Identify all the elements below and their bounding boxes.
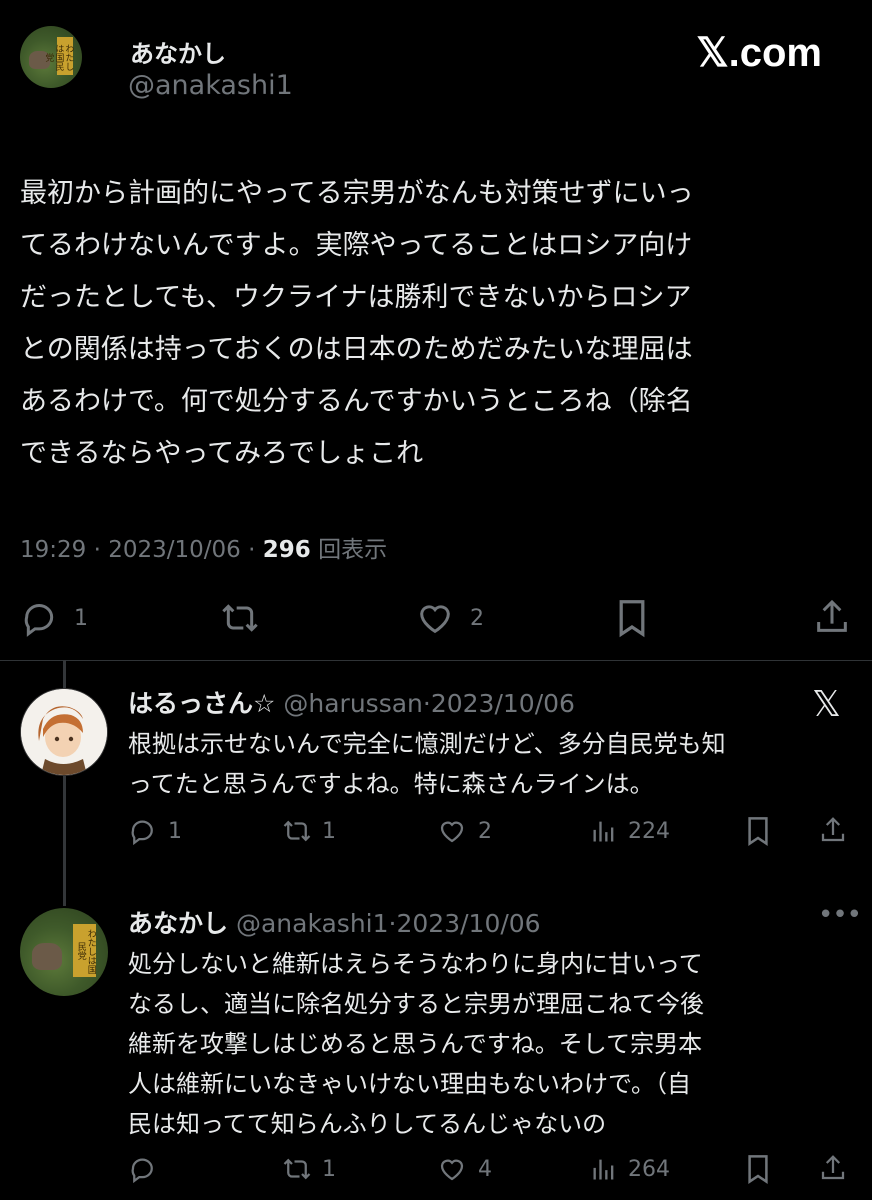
reply-line: 民は知ってて知らんふりしてるんじゃないの (128, 1110, 607, 1138)
reply-header: あなかし @anakashi1·2023/10/06 (128, 904, 541, 940)
avatar-animal (32, 943, 63, 970)
retweet-icon (283, 820, 311, 842)
tweet-meta: 19:29 · 2023/10/06 · 296 回表示 (20, 530, 387, 564)
retweet-button[interactable]: 1 (280, 1154, 336, 1184)
thread-line (63, 776, 66, 906)
reply-line: 根拠は示せないんで完全に憶測だけど、多分自民党も知 (128, 730, 726, 758)
bookmark-icon (748, 817, 768, 846)
handle[interactable]: @anakashi1 (128, 70, 293, 101)
tweet-line: てるわけないんですよ。実際やってることはロシア向け (20, 230, 693, 261)
avatar-label: わたしは国民党 (43, 37, 74, 76)
tweet-line: あるわけで。何で処分するんですかいうところね（除名 (20, 386, 693, 417)
share-icon (821, 817, 845, 842)
views-count: 224 (628, 818, 670, 844)
bookmark-button[interactable] (744, 1152, 772, 1186)
display-name[interactable]: あなかし (128, 909, 228, 938)
display-name[interactable]: はるっさん☆ (128, 689, 275, 718)
handle[interactable]: @anakashi1 (236, 909, 389, 938)
reply-line: なるし、適当に除名処分すると宗男が理屈こねて今後 (128, 990, 704, 1018)
analytics-icon (593, 821, 614, 842)
avatar-illustration (21, 689, 107, 775)
reply-line: 維新を攻撃しはじめると思うんですね。そして宗男本 (128, 1030, 703, 1058)
x-icon: 𝕏 (812, 684, 842, 725)
reply-count: 1 (74, 605, 88, 631)
tweet-line: できるならやってみろでしょこれ (20, 438, 424, 469)
bookmark-icon (619, 600, 645, 638)
tweet-line: 最初から計画的にやってる宗男がなんも対策せずにいっ (20, 178, 694, 209)
heart-icon (420, 605, 450, 634)
share-icon (821, 1155, 845, 1180)
retweet-icon (283, 1158, 311, 1180)
reply-date[interactable]: 2023/10/06 (397, 909, 541, 938)
avatar[interactable]: わたしは国民党 (20, 908, 108, 996)
separator: · (248, 537, 256, 563)
tweet-date[interactable]: 2023/10/06 (108, 537, 241, 563)
retweet-count: 1 (322, 818, 336, 844)
display-name[interactable]: あなかし (130, 34, 226, 69)
reply-icon (131, 820, 153, 846)
bookmark-icon (748, 1155, 768, 1184)
share-button[interactable] (812, 596, 852, 638)
avatar-label: わたしは国民党 (72, 923, 96, 977)
like-count: 4 (478, 1156, 492, 1182)
like-count: 2 (478, 818, 492, 844)
views-count: 296 (262, 537, 311, 563)
retweet-button[interactable]: 1 (280, 816, 336, 846)
views-count: 264 (628, 1156, 670, 1182)
tweet-line: との関係は持っておくのは日本のためだみたいな理屈は (20, 334, 693, 365)
more-options-icon[interactable]: ••• (818, 900, 862, 930)
separator: · (93, 537, 101, 563)
retweet-count: 1 (322, 1156, 336, 1182)
heart-icon (440, 1159, 464, 1181)
share-icon (817, 599, 847, 632)
reply-text: 処分しないと維新はえらそうなわりに身内に甘いって なるし、適当に除名処分すると宗… (128, 944, 704, 1144)
reply-button[interactable] (128, 1154, 158, 1184)
views-button[interactable]: 224 (590, 816, 670, 846)
views-label: 回表示 (318, 537, 388, 563)
heart-icon (440, 821, 464, 843)
x-logo: 𝕏.com (696, 31, 822, 75)
thread-line (63, 660, 66, 688)
reply-button[interactable]: 1 (128, 816, 182, 846)
reply-icon (24, 604, 54, 637)
reply-count: 1 (168, 818, 182, 844)
avatar[interactable]: わたしは国民党 (20, 26, 82, 88)
avatar[interactable] (20, 688, 108, 776)
reply-button[interactable]: 1 (20, 598, 88, 638)
share-button[interactable] (818, 814, 848, 846)
like-button[interactable]: 4 (436, 1154, 492, 1184)
reply-date[interactable]: 2023/10/06 (431, 689, 575, 718)
analytics-icon (593, 1159, 614, 1180)
reply-icon (131, 1158, 153, 1184)
bookmark-button[interactable] (744, 814, 772, 848)
tweet-text: 最初から計画的にやってる宗男がなんも対策せずにいっ てるわけないんですよ。実際や… (20, 168, 860, 480)
bookmark-button[interactable] (614, 596, 650, 640)
separator: · (388, 909, 397, 938)
like-count: 2 (470, 605, 484, 631)
reply-line: 処分しないと維新はえらそうなわりに身内に甘いって (128, 950, 703, 978)
reply-text: 根拠は示せないんで完全に憶測だけど、多分自民党も知 ってたと思うんですよね。特に… (128, 724, 726, 804)
divider (0, 660, 872, 661)
retweet-button[interactable] (218, 598, 262, 638)
like-button[interactable]: 2 (436, 816, 492, 846)
reply-line: 人は維新にいなきゃいけない理由もないわけで。（自 (128, 1070, 692, 1098)
handle[interactable]: @harussan (283, 689, 423, 718)
reply-line: ってたと思うんですよね。特に森さんラインは。 (128, 770, 654, 798)
retweet-icon (222, 604, 258, 632)
tweet-line: だったとしても、ウクライナは勝利できないからロシア (20, 282, 692, 313)
like-button[interactable]: 2 (414, 598, 484, 638)
reply-header: はるっさん☆ @harussan·2023/10/06 (128, 684, 575, 720)
share-button[interactable] (818, 1152, 848, 1184)
separator: · (422, 689, 431, 718)
tweet-time[interactable]: 19:29 (20, 537, 86, 563)
views-button[interactable]: 264 (590, 1154, 670, 1184)
